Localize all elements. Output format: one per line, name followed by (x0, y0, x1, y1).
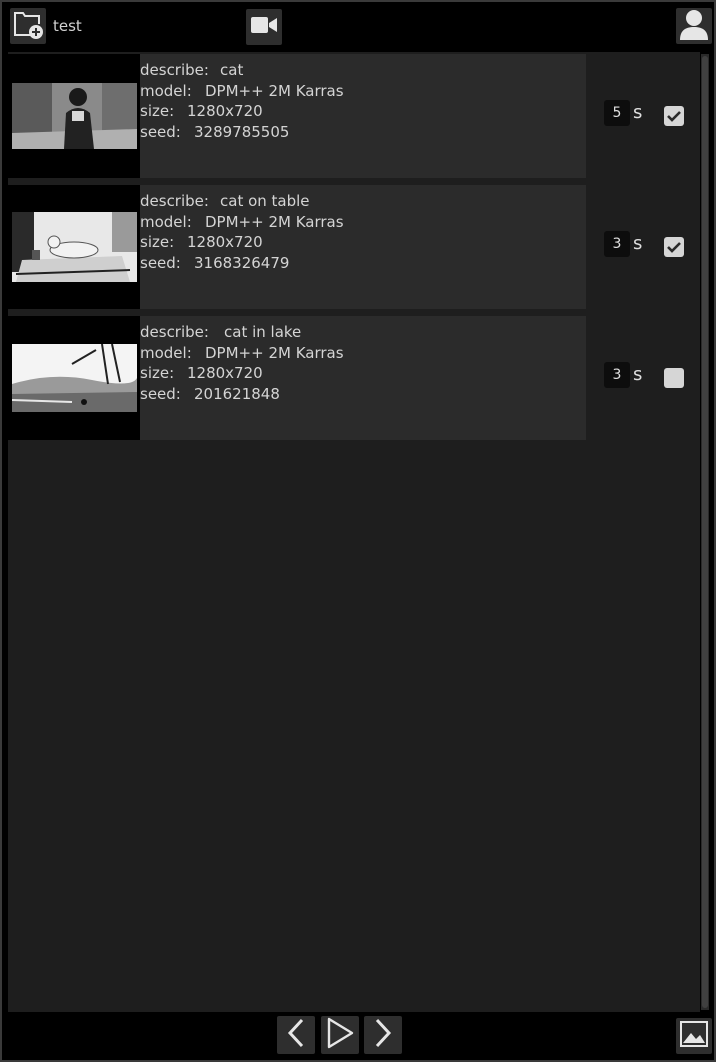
seed-label: seed: (140, 122, 181, 141)
chevron-left-icon (286, 1018, 306, 1052)
describe-label: describe: (140, 323, 209, 341)
size-value: 1280x720 (187, 102, 263, 120)
seed-label: seed: (140, 253, 181, 272)
seed-value: 201621848 (194, 384, 280, 403)
play-button[interactable] (321, 1016, 359, 1054)
duration-input[interactable]: 3 (604, 231, 630, 257)
seed-value: 3168326479 (194, 253, 290, 272)
folder-plus-icon (12, 8, 44, 44)
clip-card[interactable]: describe: cat model: DPM++ 2M Karras size:… (8, 54, 586, 178)
duration-unit: s (633, 102, 643, 123)
include-checkbox[interactable] (664, 368, 684, 388)
include-checkbox[interactable] (664, 106, 684, 126)
list-item[interactable]: describe: cat model: DPM++ 2M Karras size:… (8, 54, 700, 180)
bottom-toolbar (2, 1012, 714, 1060)
describe-value: cat on table (220, 192, 310, 210)
chevron-right-icon (373, 1018, 393, 1052)
model-value: DPM++ 2M Karras (205, 343, 344, 362)
size-value: 1280x720 (187, 364, 263, 382)
size-value: 1280x720 (187, 233, 263, 251)
duration-unit: s (633, 364, 643, 385)
duration-unit: s (633, 233, 643, 254)
seed-label: seed: (140, 384, 181, 403)
scrollbar[interactable] (701, 54, 709, 1010)
checkmark-icon (667, 107, 681, 126)
gallery-button[interactable] (676, 1018, 712, 1054)
list-item[interactable]: describe: cat in lake model: DPM++ 2M Karr… (8, 316, 700, 442)
model-label: model: (140, 212, 192, 231)
size-label: size: (140, 364, 175, 382)
size-label: size: (140, 233, 175, 251)
video-button[interactable] (246, 9, 282, 45)
seed-value: 3289785505 (194, 122, 290, 141)
clip-thumbnail (8, 185, 140, 309)
model-value: DPM++ 2M Karras (205, 212, 344, 231)
duration-input[interactable]: 5 (604, 100, 630, 126)
image-icon (680, 1021, 708, 1051)
app-window: test describe: cat model: DPM++ 2M Karra… (0, 0, 716, 1062)
previous-button[interactable] (277, 1016, 315, 1054)
clip-metadata: describe: cat on table model: DPM++ 2M Kar… (140, 191, 344, 273)
top-toolbar: test (2, 2, 714, 52)
describe-value: cat (220, 61, 244, 79)
include-checkbox[interactable] (664, 237, 684, 257)
size-label: size: (140, 102, 175, 120)
clip-thumbnail (8, 54, 140, 178)
clip-metadata: describe: cat model: DPM++ 2M Karras size:… (140, 60, 344, 142)
play-icon (326, 1017, 354, 1053)
model-label: model: (140, 343, 192, 362)
user-button[interactable] (676, 8, 712, 44)
describe-label: describe: (140, 61, 209, 79)
user-icon (679, 8, 709, 44)
duration-input[interactable]: 3 (604, 362, 630, 388)
model-value: DPM++ 2M Karras (205, 81, 344, 100)
describe-label: describe: (140, 192, 209, 210)
scrollbar-thumb[interactable] (702, 56, 708, 1008)
clip-metadata: describe: cat in lake model: DPM++ 2M Karr… (140, 322, 344, 404)
list-item[interactable]: describe: cat on table model: DPM++ 2M Kar… (8, 185, 700, 311)
clip-thumbnail (8, 316, 140, 440)
clip-card[interactable]: describe: cat on table model: DPM++ 2M Kar… (8, 185, 586, 309)
model-label: model: (140, 81, 192, 100)
project-name: test (53, 17, 82, 35)
describe-value: cat in lake (224, 323, 302, 341)
clip-card[interactable]: describe: cat in lake model: DPM++ 2M Karr… (8, 316, 586, 440)
next-button[interactable] (364, 1016, 402, 1054)
video-camera-icon (250, 14, 278, 40)
checkmark-icon (667, 238, 681, 257)
clip-list: describe: cat model: DPM++ 2M Karras size:… (8, 52, 700, 1012)
new-project-button[interactable] (10, 8, 46, 44)
